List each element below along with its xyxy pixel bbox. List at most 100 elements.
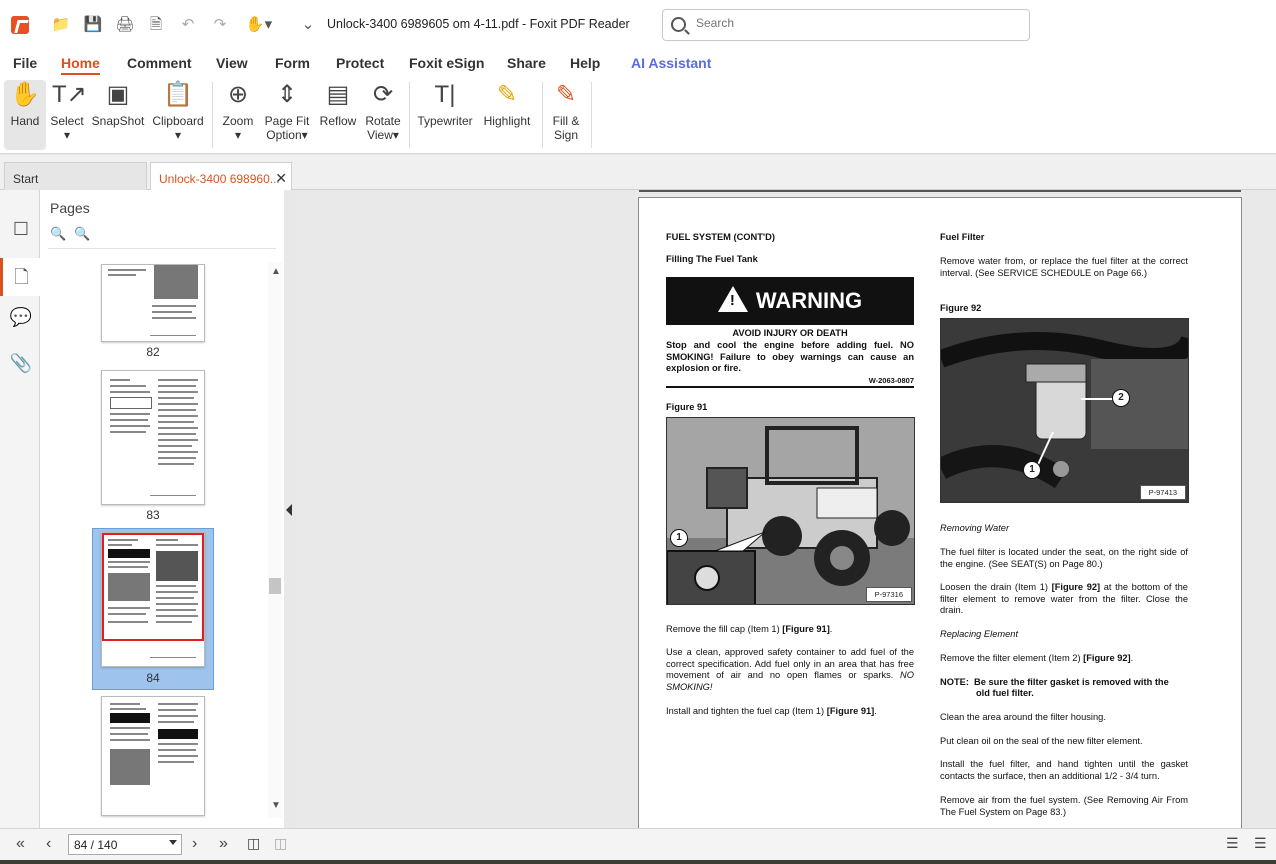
next-view-icon[interactable]: ◫ <box>274 835 287 852</box>
page-thumbnail-85[interactable] <box>101 696 205 816</box>
tab-document[interactable]: Unlock-3400 698960... ✕ <box>150 162 292 190</box>
warning-banner: WARNING <box>666 277 914 325</box>
page-fit-icon: ⇕ <box>276 81 298 108</box>
taskbar-edge <box>0 860 1276 864</box>
panel-divider <box>48 248 276 249</box>
search-icon <box>671 17 686 32</box>
chevron-down-icon[interactable] <box>169 840 177 845</box>
zoom-button[interactable]: ⊕ Zoom ▾ <box>220 80 256 150</box>
note-text-1: Be sure the filter gasket is removed wit… <box>974 677 1169 687</box>
reflow-button[interactable]: ▤ Reflow <box>318 80 358 150</box>
scroll-up-icon[interactable]: ▲ <box>271 266 281 277</box>
bookmark-icon[interactable]: ☐ <box>8 216 34 242</box>
menu-view[interactable]: View <box>216 55 248 71</box>
scroll-down-icon[interactable]: ▼ <box>271 800 281 811</box>
search-box[interactable] <box>662 9 1030 41</box>
page-thumbnail-84[interactable] <box>101 532 205 667</box>
menu-share[interactable]: Share <box>507 55 546 71</box>
warning-rule <box>666 386 914 388</box>
highlighter-icon: ✎ <box>496 81 518 108</box>
page-thumbnail-83[interactable] <box>101 370 205 505</box>
select-tool-button[interactable]: T↗ Select ▾ <box>50 80 86 150</box>
search-input[interactable] <box>696 16 1016 30</box>
page-number-label: 83 <box>146 508 160 522</box>
save-icon[interactable]: 💾 <box>82 14 104 36</box>
redo-icon[interactable]: ↷ <box>209 14 231 36</box>
paragraph-remove-fill-cap: Remove the fill cap (Item 1) [Figure 91]… <box>666 624 833 634</box>
ribbon-separator <box>409 82 410 148</box>
foxit-logo-icon <box>11 16 29 34</box>
previous-page-icon[interactable]: ‹ <box>46 835 51 853</box>
menu-bar: File Home Comment View Form Protect Foxi… <box>0 50 1276 76</box>
undo-icon[interactable]: ↶ <box>177 14 199 36</box>
pdf-page[interactable]: FUEL SYSTEM (CONT'D) Filling The Fuel Ta… <box>638 197 1242 837</box>
page-thumbnail-82[interactable] <box>101 264 205 342</box>
callout-1: 1 <box>1023 461 1041 479</box>
ribbon-separator <box>212 82 213 148</box>
attachment-icon[interactable]: 📎 <box>8 350 34 376</box>
zoom-in-icon: ⊕ <box>227 81 249 108</box>
window-title: Unlock-3400 6989605 om 4-11.pdf - Foxit … <box>327 17 630 31</box>
typewriter-button[interactable]: T| Typewriter <box>416 80 474 150</box>
ribbon-separator <box>591 82 592 148</box>
print-icon[interactable]: 🖨 <box>114 14 136 36</box>
title-bar: 📁 💾 🖨 🗎 ↶ ↷ ✋▾ ⌄ Unlock-3400 6989605 om … <box>0 0 1276 50</box>
page-number-input[interactable]: 84 / 140 <box>68 834 182 855</box>
fuel-filter-heading: Fuel Filter <box>940 232 985 242</box>
paragraph-add-fuel: Use a clean, approved safety container t… <box>666 647 914 693</box>
scrollbar-thumb[interactable] <box>269 578 281 594</box>
fuel-filter-illustration <box>941 319 1188 502</box>
menu-protect[interactable]: Protect <box>336 55 384 71</box>
document-tabs: Start Unlock-3400 698960... ✕ <box>0 155 1276 190</box>
warning-code: W-2063-0807 <box>868 376 914 385</box>
menu-ai-assistant[interactable]: AI Assistant <box>631 55 711 71</box>
figure-92-label: Figure 92 <box>940 303 982 313</box>
continuous-view-icon[interactable]: ☰ <box>1254 835 1267 852</box>
highlight-button[interactable]: ✎ Highlight <box>478 80 536 150</box>
first-page-icon[interactable]: « <box>16 835 25 853</box>
tab-start[interactable]: Start <box>4 162 147 190</box>
menu-comment[interactable]: Comment <box>127 55 192 71</box>
callout-1: 1 <box>670 529 688 547</box>
figure-91-tag: P-97316 <box>865 587 912 602</box>
pages-panel-title: Pages <box>50 200 90 216</box>
page-fit-option-button[interactable]: ⇕ Page Fit Option▾ <box>262 80 312 150</box>
menu-foxit-esign[interactable]: Foxit eSign <box>409 55 484 71</box>
warning-avoid: AVOID INJURY OR DEATH <box>732 328 848 338</box>
paragraph-remove-element: Remove the filter element (Item 2) [Figu… <box>940 653 1134 663</box>
menu-help[interactable]: Help <box>570 55 600 71</box>
chevron-down-icon: ▾ <box>234 128 242 142</box>
snapshot-button[interactable]: ▣ SnapShot <box>90 80 146 150</box>
next-page-icon[interactable]: › <box>192 835 197 853</box>
single-page-view-icon[interactable]: ☰ <box>1226 835 1239 852</box>
reflow-icon: ▤ <box>326 81 350 108</box>
thumbnail-zoom-out-icon[interactable]: 🔍 <box>50 226 68 244</box>
collapse-panel-icon[interactable] <box>286 504 292 516</box>
rotate-icon: ⟳ <box>372 81 394 108</box>
menu-file[interactable]: File <box>13 55 37 71</box>
pages-panel-icon[interactable]: 🗋 <box>0 258 40 296</box>
rotate-view-button[interactable]: ⟳ Rotate View▾ <box>362 80 404 150</box>
hand-dropdown-icon[interactable]: ✋▾ <box>243 14 275 36</box>
removing-water-heading: Removing Water <box>940 523 1010 533</box>
clipboard-button[interactable]: 📋 Clipboard ▾ <box>150 80 206 150</box>
comments-icon[interactable]: 💬 <box>8 304 34 330</box>
previous-view-icon[interactable]: ◫ <box>247 835 260 852</box>
navigation-rail: ☐ 🗋 💬 📎 <box>0 190 40 828</box>
last-page-icon[interactable]: » <box>219 835 228 853</box>
open-folder-icon[interactable]: 📁 <box>50 14 72 36</box>
utility-vehicle-illustration <box>667 418 914 604</box>
paragraph-install-filter: Install the fuel filter, and hand tighte… <box>940 759 1188 781</box>
thumbnail-scrollbar[interactable] <box>268 262 282 818</box>
properties-icon[interactable]: 🗎 <box>145 14 167 36</box>
ribbon-toolbar: ✋ Hand T↗ Select ▾ ▣ SnapShot 📋 Clipboar… <box>0 76 1276 154</box>
customize-chevron-icon[interactable]: ⌄ <box>297 14 319 36</box>
hand-tool-button[interactable]: ✋ Hand <box>4 80 46 150</box>
fill-and-sign-button[interactable]: ✎ Fill & Sign <box>548 80 584 150</box>
pages-panel: Pages 🔍 🔍 82 83 84 <box>40 190 284 828</box>
note-text-2: old fuel filter. <box>976 688 1034 698</box>
close-icon[interactable]: ✕ <box>275 170 287 187</box>
thumbnail-zoom-in-icon[interactable]: 🔍 <box>74 226 92 244</box>
menu-form[interactable]: Form <box>275 55 310 71</box>
menu-home[interactable]: Home <box>61 55 100 75</box>
